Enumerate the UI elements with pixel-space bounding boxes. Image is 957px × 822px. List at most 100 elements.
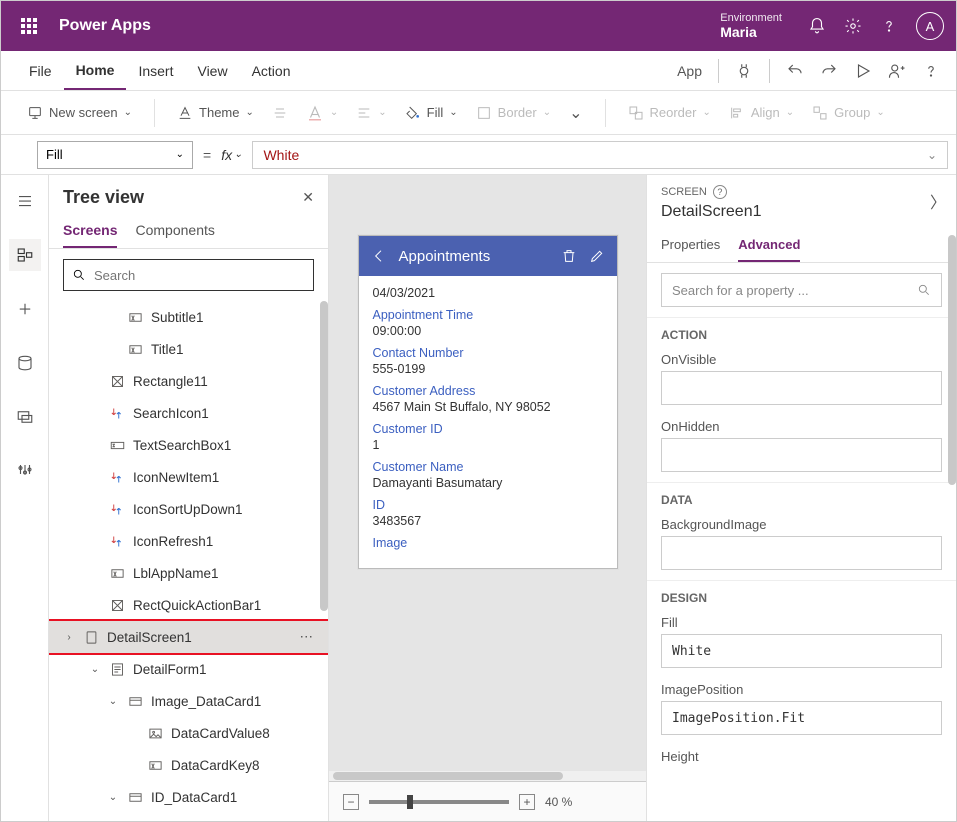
tree-item-iconrefresh1[interactable]: IconRefresh1 [49,525,328,557]
tools-icon[interactable] [9,455,41,487]
tree-item-detailscreen1[interactable]: ›DetailScreen1⋯ [49,621,328,653]
detail-value: 1 [373,438,603,452]
undo-icon[interactable] [786,62,804,80]
share-icon[interactable] [888,62,906,80]
horizontal-scrollbar[interactable] [329,771,646,781]
tree-item-id_datacard1[interactable]: ⌄ID_DataCard1 [49,781,328,813]
media-icon[interactable] [9,401,41,433]
tab-properties[interactable]: Properties [661,229,720,262]
play-icon[interactable] [854,62,872,80]
search-icon [917,283,931,297]
tree-item-subtitle1[interactable]: Subtitle1 [49,301,328,333]
bell-icon[interactable] [808,17,826,35]
tree-item-label: Rectangle11 [133,374,208,389]
tab-screens[interactable]: Screens [63,214,117,248]
menu-help-icon[interactable] [922,62,940,80]
onhidden-input[interactable] [661,438,942,472]
screen-icon [83,629,99,645]
tab-advanced[interactable]: Advanced [738,229,800,262]
close-icon[interactable]: ✕ [302,189,314,206]
app-checker-icon[interactable] [735,62,753,80]
tree-item-label: Image_DataCard1 [151,694,261,709]
menu-insert[interactable]: Insert [126,51,185,90]
tree-item-label: DetailScreen1 [107,630,192,645]
onvisible-input[interactable] [661,371,942,405]
tree-item-label: IconNewItem1 [133,470,219,485]
phone-preview[interactable]: Appointments 04/03/2021 Appointment Time… [358,235,618,569]
zoom-slider[interactable] [369,800,509,804]
edit-icon[interactable] [589,248,605,264]
detail-value: 3483567 [373,514,603,528]
fill-button[interactable]: Fill⌄ [399,101,464,125]
tree-item-datacardvalue8[interactable]: DataCardValue8 [49,717,328,749]
fill-input[interactable]: White [661,634,942,668]
new-screen-button[interactable]: New screen⌄ [21,101,138,125]
tree-item-iconnewitem1[interactable]: IconNewItem1 [49,461,328,493]
scrollbar[interactable] [320,301,328,611]
tree-item-datacardvalue7[interactable]: DataCardValue7 [49,813,328,821]
chevron-right-icon[interactable]: 〉 [930,189,946,213]
environment-switcher[interactable]: Environment Maria [694,12,798,40]
tree-item-iconsortupdown1[interactable]: IconSortUpDown1 [49,493,328,525]
expand-ribbon-button[interactable]: ⌄ [563,99,588,127]
tree-view-icon[interactable] [9,239,41,271]
insert-icon[interactable] [9,293,41,325]
avatar[interactable]: A [916,12,944,40]
reorder-button: Reorder⌄ [622,101,717,125]
group-button: Group⌄ [806,101,891,125]
scrollbar[interactable] [948,235,956,485]
help-icon[interactable]: ? [713,185,727,199]
waffle-icon[interactable] [13,10,45,42]
tree-item-detailform1[interactable]: ⌄DetailForm1 [49,653,328,685]
divider [718,59,719,83]
help-icon[interactable] [880,17,898,35]
trash-icon[interactable] [561,248,577,264]
tab-components[interactable]: Components [135,214,214,248]
tree-item-label: IconRefresh1 [133,534,213,549]
property-dropdown[interactable]: Fill⌄ [37,141,193,169]
phone-title: Appointments [399,248,549,265]
expand-formula-icon[interactable]: ⌄ [927,148,937,162]
detail-label: Customer ID [373,422,603,436]
formula-input[interactable]: White ⌄ [252,141,948,169]
zoom-in-button[interactable]: + [519,794,535,810]
tree-item-label: Title1 [151,342,184,357]
imageposition-input[interactable]: ImagePosition.Fit [661,701,942,735]
tree-item-title1[interactable]: Title1 [49,333,328,365]
card-icon [127,693,143,709]
label-icon [147,757,163,773]
tree-item-searchicon1[interactable]: SearchIcon1 [49,397,328,429]
hamburger-icon[interactable] [9,185,41,217]
theme-button[interactable]: Theme⌄ [171,101,260,125]
tree-item-rectquickactionbar1[interactable]: RectQuickActionBar1 [49,589,328,621]
detail-label: Appointment Time [373,308,603,322]
backgroundimage-input[interactable] [661,536,942,570]
back-icon[interactable] [371,248,387,264]
menu-action[interactable]: Action [240,51,303,90]
environment-name: Maria [720,24,782,40]
tree-search[interactable] [63,259,314,291]
sort-icon [109,405,125,421]
sort-icon [109,469,125,485]
zoom-out-button[interactable]: − [343,794,359,810]
rect-icon [109,373,125,389]
gear-icon[interactable] [844,17,862,35]
fx-button[interactable]: fx⌄ [221,147,242,163]
detail-label: Customer Address [373,384,603,398]
menu-home[interactable]: Home [64,51,127,90]
redo-icon[interactable] [820,62,838,80]
property-search[interactable]: Search for a property ... [661,273,942,307]
tree-item-datacardkey8[interactable]: DataCardKey8 [49,749,328,781]
tree-item-image_datacard1[interactable]: ⌄Image_DataCard1 [49,685,328,717]
menu-file[interactable]: File [17,51,64,90]
tree-item-textsearchbox1[interactable]: TextSearchBox1 [49,429,328,461]
ribbon: New screen⌄ Theme⌄ ⌄ ⌄ Fill⌄ Border⌄ ⌄ [1,91,956,135]
menu-view[interactable]: View [185,51,239,90]
top-header: Power Apps Environment Maria A [1,1,956,51]
tree-item-rectangle11[interactable]: Rectangle11 [49,365,328,397]
data-icon[interactable] [9,347,41,379]
tree-search-input[interactable] [94,268,305,283]
menu-app[interactable]: App [677,63,702,79]
more-icon[interactable]: ⋯ [300,629,315,645]
tree-item-lblappname1[interactable]: LblAppName1 [49,557,328,589]
